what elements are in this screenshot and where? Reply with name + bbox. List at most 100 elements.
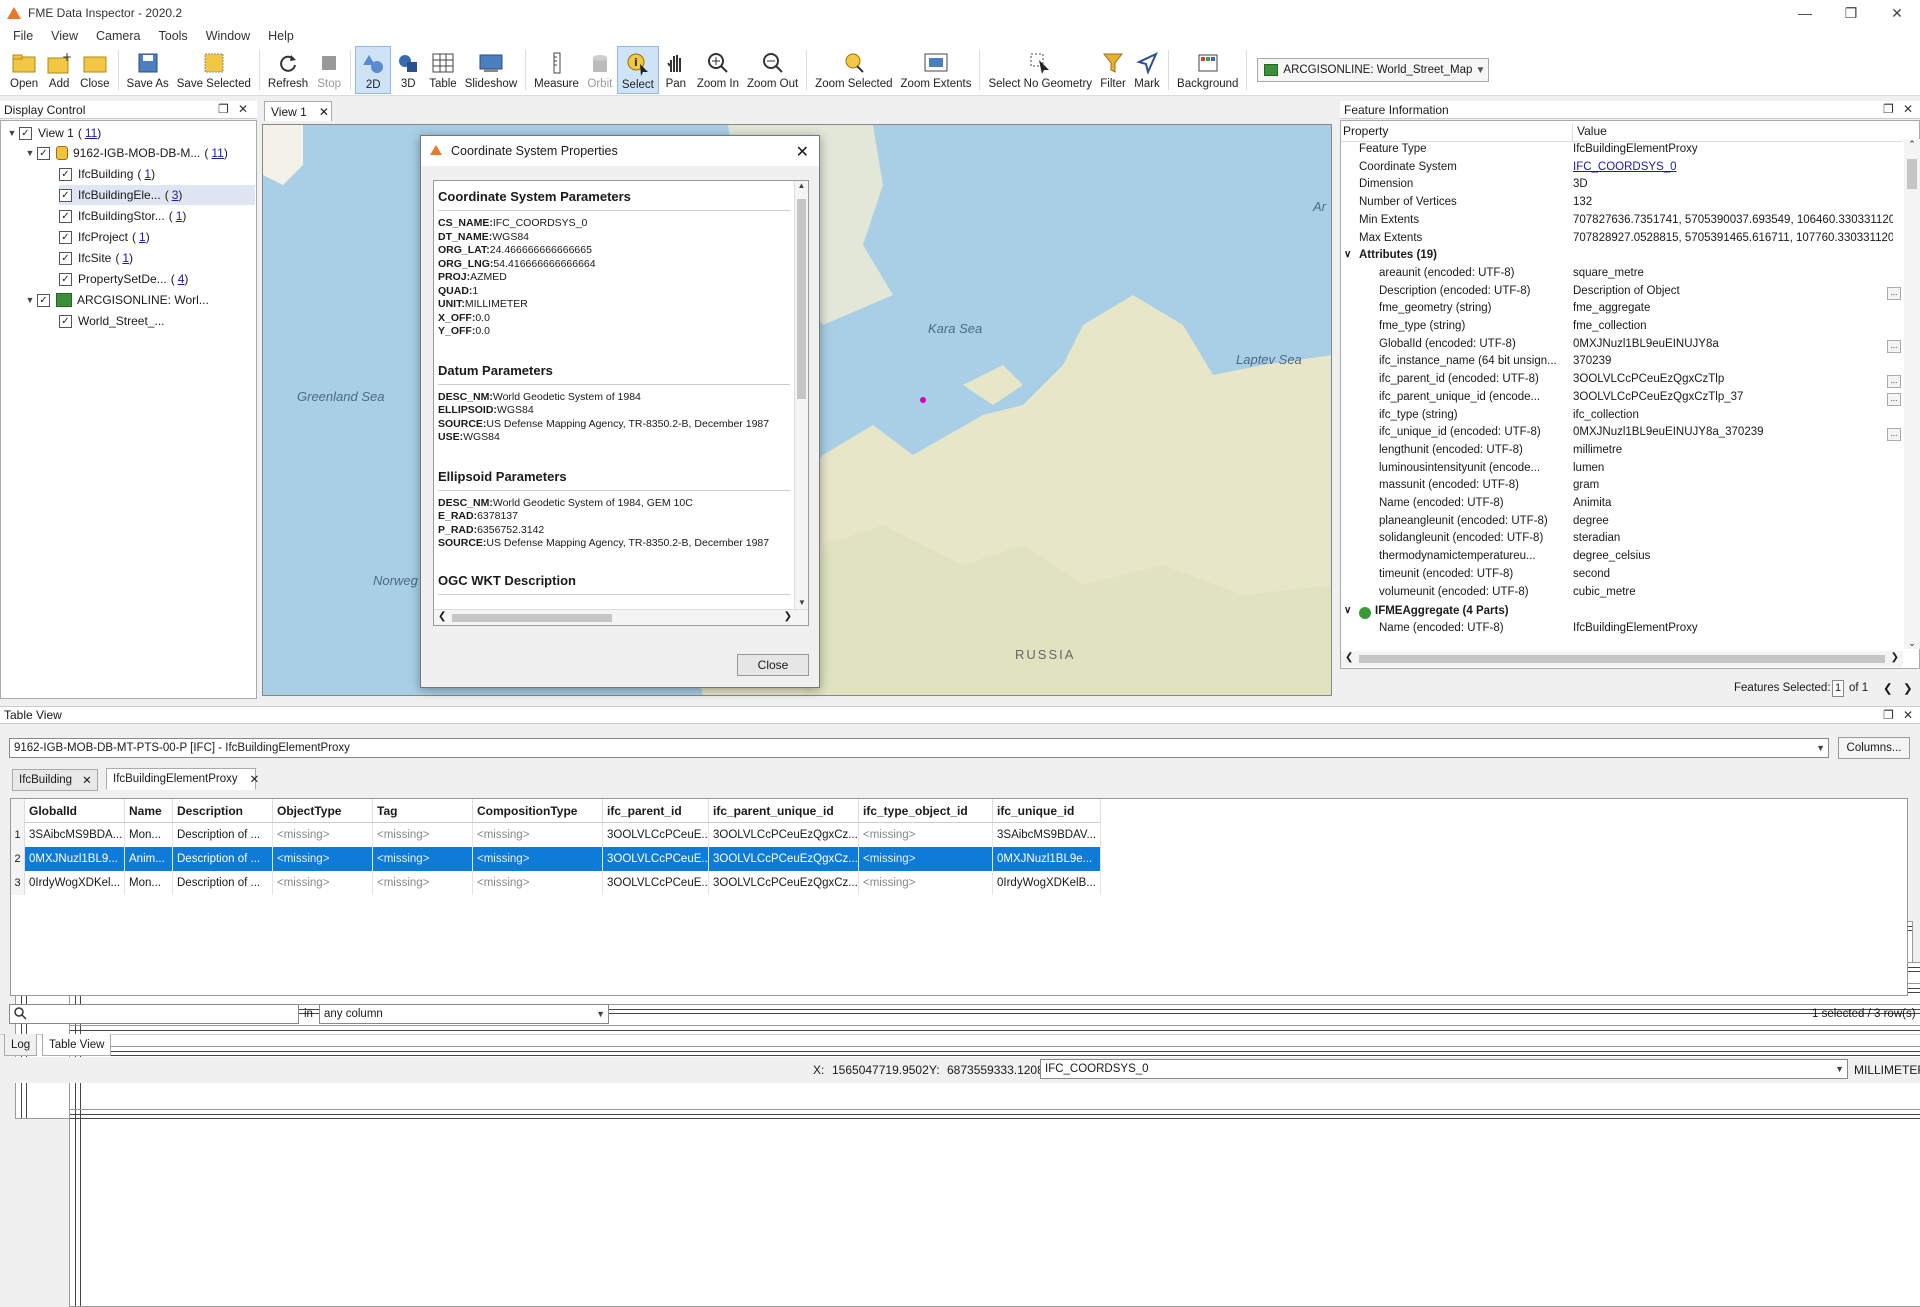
- panel-close-icon[interactable]: ✕: [1903, 708, 1913, 722]
- table-search-input[interactable]: [9, 1004, 299, 1024]
- zoom-selected-button[interactable]: Zoom Selected: [811, 46, 896, 94]
- coordinate-system-link[interactable]: IFC_COORDSYS_0: [1573, 161, 1893, 173]
- tree-item-arcgisonline[interactable]: ▼ ✓ ARCGISONLINE: Worl...: [23, 290, 209, 310]
- attribute-row[interactable]: solidangleunit (encoded: UTF-8) steradian: [1341, 532, 1903, 550]
- scroll-right-icon[interactable]: ❯: [784, 611, 792, 622]
- zoom-extents-button[interactable]: Zoom Extents: [897, 46, 976, 94]
- previous-page-icon[interactable]: ❮: [1883, 681, 1893, 695]
- slideshow-button[interactable]: Slideshow: [461, 46, 521, 94]
- checkbox[interactable]: ✓: [59, 167, 72, 181]
- table-cell[interactable]: <missing>: [859, 847, 993, 871]
- table-cell[interactable]: 3OOLVLCcPCeuEzQgxCz...: [709, 823, 859, 847]
- attribute-row[interactable]: fme_type (string) fme_collection: [1341, 320, 1903, 338]
- feature-count-link[interactable]: 1: [176, 209, 183, 223]
- table-cell[interactable]: Description of ...: [173, 847, 273, 871]
- more-button[interactable]: ...: [1887, 392, 1901, 406]
- attribute-row[interactable]: areaunit (encoded: UTF-8) square_metre: [1341, 267, 1903, 285]
- tab-log[interactable]: Log: [4, 1034, 38, 1056]
- undock-icon[interactable]: ❐: [1883, 708, 1894, 722]
- attribute-row[interactable]: ifc_parent_id (encoded: UTF-8) 3OOLVLCcPC…: [1341, 373, 1903, 391]
- row-number[interactable]: 3: [11, 871, 25, 895]
- row-number[interactable]: 2: [11, 847, 25, 871]
- attribute-row[interactable]: ifc_unique_id (encoded: UTF-8) 0MXJNuzl1B…: [1341, 426, 1903, 444]
- horizontal-scrollbar[interactable]: ❮ ❯: [434, 609, 808, 625]
- feature-property-row[interactable]: Min Extents 707827636.7351741, 5705390037…: [1341, 214, 1903, 232]
- scroll-down-icon[interactable]: ⌄: [1904, 638, 1920, 649]
- tab-table-view[interactable]: Table View: [42, 1034, 112, 1056]
- aggregate-group-header[interactable]: ∨ IFMEAggregate (4 Parts): [1341, 605, 1903, 623]
- column-header[interactable]: ifc_parent_unique_id: [709, 799, 859, 823]
- column-header[interactable]: ifc_type_object_id: [859, 799, 993, 823]
- tree-item-ifcbuildingstorey[interactable]: ✓ IfcBuildingStor...(1): [59, 206, 1920, 1202]
- column-header[interactable]: Name: [125, 799, 173, 823]
- feature-count-link[interactable]: 4: [178, 272, 185, 286]
- basemap-select[interactable]: ARCGISONLINE: World_Street_Map ▼: [1257, 58, 1490, 82]
- tree-item-ifcbuildingelement[interactable]: ✓ IfcBuildingEle...(3): [59, 185, 1920, 1181]
- column-value[interactable]: Value: [1573, 124, 1607, 141]
- tree-item-view[interactable]: ▼ ✓ View 1(11): [5, 123, 1913, 1119]
- scroll-down-icon[interactable]: ▼: [795, 598, 808, 607]
- checkbox[interactable]: ✓: [59, 188, 72, 202]
- zoom-in-button[interactable]: Zoom In: [693, 46, 743, 94]
- table-cell[interactable]: <missing>: [373, 871, 473, 895]
- table-cell[interactable]: 0MXJNuzl1BL9e...: [993, 847, 1101, 871]
- attribute-row[interactable]: lengthunit (encoded: UTF-8) millimetre: [1341, 444, 1903, 462]
- table-button[interactable]: Table: [425, 46, 461, 94]
- tree-item-ifcsite[interactable]: ✓ IfcSite(1): [59, 248, 1920, 1244]
- tree-item-ifcproject[interactable]: ✓ IfcProject(1): [59, 227, 1920, 1223]
- coordinate-system-details[interactable]: Coordinate System Parameters CS_NAME:IFC…: [433, 180, 809, 626]
- attribute-row[interactable]: ifc_parent_unique_id (encode... 3OOLVLCcP…: [1341, 391, 1903, 409]
- feature-count-link[interactable]: 1: [139, 230, 146, 244]
- attribute-row[interactable]: volumeunit (encoded: UTF-8) cubic_metre: [1341, 586, 1903, 604]
- checkbox[interactable]: ✓: [19, 126, 32, 140]
- chevron-down-icon[interactable]: ▼: [23, 148, 37, 158]
- menu-window[interactable]: Window: [197, 29, 259, 43]
- tab-ifcbuilding[interactable]: IfcBuilding ✕: [12, 769, 98, 791]
- table-cell[interactable]: 3SAibcMS9BDAV...: [993, 823, 1101, 847]
- horizontal-scrollbar[interactable]: ❮ ❯: [1341, 651, 1903, 667]
- menu-file[interactable]: File: [4, 29, 42, 43]
- next-page-icon[interactable]: ❯: [1903, 681, 1913, 695]
- pan-button[interactable]: Pan: [659, 46, 693, 94]
- dialog-close-button[interactable]: Close: [737, 654, 809, 676]
- refresh-button[interactable]: Refresh: [264, 46, 312, 94]
- table-cell[interactable]: 0MXJNuzl1BL9...: [25, 847, 125, 871]
- panel-close-icon[interactable]: ✕: [238, 102, 248, 116]
- feature-count-link[interactable]: 11: [85, 126, 97, 140]
- mark-button[interactable]: Mark: [1130, 46, 1164, 94]
- table-cell[interactable]: Description of ...: [173, 823, 273, 847]
- select-button[interactable]: i Select: [616, 46, 659, 94]
- menu-tools[interactable]: Tools: [150, 29, 197, 43]
- table-cell[interactable]: 3OOLVLCcPCeuEzQgxCz...: [709, 871, 859, 895]
- tree-item-propertyset[interactable]: ✓ PropertySetDe...(4): [59, 269, 1920, 1265]
- orbit-button[interactable]: Orbit: [583, 46, 617, 94]
- dataset-select[interactable]: 9162-IGB-MOB-DB-MT-PTS-00-P [IFC] - IfcB…: [9, 738, 1829, 758]
- table-cell[interactable]: <missing>: [273, 871, 373, 895]
- chevron-down-icon[interactable]: ▼: [23, 295, 37, 305]
- table-cell[interactable]: 0IrdyWogXDKel...: [25, 871, 125, 895]
- vertical-scrollbar[interactable]: ⌃ ⌄: [1904, 139, 1920, 649]
- table-cell[interactable]: Description of ...: [173, 871, 273, 895]
- search-column-select[interactable]: any column ▼: [319, 1004, 609, 1024]
- table-cell[interactable]: <missing>: [273, 847, 373, 871]
- close-tab-icon[interactable]: ✕: [250, 772, 260, 786]
- attribute-row[interactable]: Name (encoded: UTF-8) IfcBuildingElementP…: [1341, 622, 1903, 640]
- select-no-geometry-button[interactable]: Select No Geometry: [984, 46, 1096, 94]
- table-cell[interactable]: <missing>: [373, 823, 473, 847]
- attribute-row[interactable]: thermodynamictemperatureu... degree_celsi…: [1341, 550, 1903, 568]
- table-cell[interactable]: <missing>: [859, 823, 993, 847]
- scroll-left-icon[interactable]: ❮: [438, 611, 446, 622]
- chevron-down-icon[interactable]: ∨: [1344, 249, 1351, 260]
- feature-property-row[interactable]: Number of Vertices 132: [1341, 196, 1903, 214]
- column-header[interactable]: GlobalId: [25, 799, 125, 823]
- attribute-row[interactable]: ifc_type (string) ifc_collection: [1341, 409, 1903, 427]
- attributes-group-header[interactable]: ∨ Attributes (19): [1341, 249, 1903, 267]
- scroll-right-icon[interactable]: ❯: [1891, 652, 1899, 663]
- table-cell[interactable]: <missing>: [473, 871, 603, 895]
- table-cell[interactable]: 3OOLVLCcPCeuE...: [603, 823, 709, 847]
- attribute-row[interactable]: Description (encoded: UTF-8) Description …: [1341, 285, 1903, 303]
- table-cell[interactable]: 3OOLVLCcPCeuEzQgxCz...: [709, 847, 859, 871]
- column-header[interactable]: ifc_unique_id: [993, 799, 1101, 823]
- checkbox[interactable]: ✓: [59, 314, 72, 328]
- save-as-button[interactable]: Save As: [123, 46, 173, 94]
